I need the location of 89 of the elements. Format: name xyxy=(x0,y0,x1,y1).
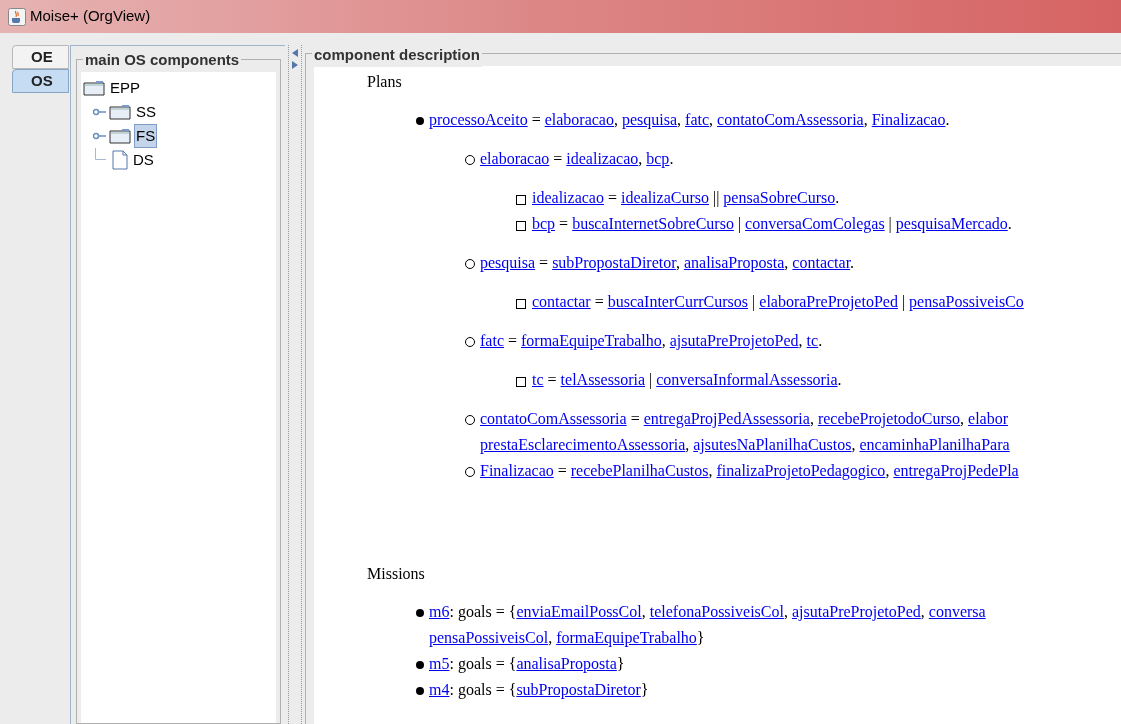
goal-link[interactable]: ajsutaPreProjetoPed xyxy=(791,603,921,620)
bullet-icon xyxy=(416,609,424,617)
definition-line: fatc = formaEquipeTrabalho, ajsutaPreProjetoPed, tc. xyxy=(480,331,823,352)
goal-link[interactable]: telefonaPossiveisCol xyxy=(649,603,784,620)
goal-link[interactable]: elaboracao xyxy=(480,150,550,167)
goal-link[interactable]: idealizacao xyxy=(566,150,639,167)
goal-link[interactable]: fatc xyxy=(480,332,504,349)
tree-item[interactable]: SS xyxy=(134,99,158,125)
definition-line: tc = telAssessoria | conversaInformalAssessoria. xyxy=(532,370,842,391)
goal-link[interactable]: m6 xyxy=(429,603,450,620)
bullet-icon xyxy=(516,377,526,387)
file-icon xyxy=(112,150,128,170)
definition-line: Finalizacao = recebePlanilhaCustos, finalizaProjetoPedagogico, entregaProjPedePla xyxy=(480,461,1019,482)
goal-link[interactable]: conversa xyxy=(928,603,986,620)
goal-link[interactable]: elabor xyxy=(968,410,1009,427)
goal-link[interactable]: tc xyxy=(532,371,544,388)
goal-link[interactable]: m5 xyxy=(429,655,450,672)
definition-line: m6: goals = {enviaEmailPossCol, telefonaPossiveisCol, ajsutaPreProjetoPed, conversa xyxy=(429,602,986,623)
expand-handle-icon[interactable] xyxy=(93,108,107,116)
goal-link[interactable]: entregaProjPedePla xyxy=(893,462,1019,479)
goal-link[interactable]: contatoComAssessoria xyxy=(480,410,627,427)
bullet-icon xyxy=(516,299,526,309)
tree-item[interactable]: EPP xyxy=(108,75,142,101)
goal-link[interactable]: elaboraPreProjetoPed xyxy=(759,293,898,310)
goal-link[interactable]: contactar xyxy=(532,293,591,310)
goal-link[interactable]: m4 xyxy=(429,681,450,698)
goal-link[interactable]: subPropostaDiretor xyxy=(552,254,676,271)
definition-line: m5: goals = {analisaProposta} xyxy=(429,654,625,675)
folder-icon xyxy=(109,104,131,120)
goal-link[interactable]: Finalizacao xyxy=(480,462,554,479)
tree-item[interactable]: DS xyxy=(131,147,156,173)
definition-line: idealizacao = idealizaCurso || pensaSobreCurso. xyxy=(532,188,840,209)
goal-link[interactable]: buscaInternetSobreCurso xyxy=(572,215,734,232)
definition-line: contatoComAssessoria = entregaProjPedAssessoria, recebeProjetodoCurso, elabor xyxy=(480,409,1009,430)
window-title: Moise+ (OrgView) xyxy=(30,6,151,27)
goal-link[interactable]: pesquisaMercado xyxy=(895,215,1008,232)
goal-link[interactable]: recebePlanilhaCustos xyxy=(570,462,709,479)
goal-link[interactable]: subPropostaDiretor xyxy=(516,681,641,698)
definition-line: bcp = buscaInternetSobreCurso | conversaComColegas | pesquisaMercado. xyxy=(532,214,1012,235)
goal-link[interactable]: bcp xyxy=(532,215,556,232)
goal-link[interactable]: processoAceito xyxy=(429,111,528,128)
definition-line: contactar = buscaInterCurrCursos | elaboraPreProjetoPed | pensaPossiveisCo xyxy=(532,292,1024,313)
splitter[interactable] xyxy=(288,45,302,724)
goal-link[interactable]: formaEquipeTrabalho xyxy=(556,629,697,646)
goal-link[interactable]: telAssessoria xyxy=(560,371,645,388)
goal-link[interactable]: conversaComColegas xyxy=(745,215,885,232)
bullet-icon xyxy=(516,195,526,205)
expand-handle-icon[interactable] xyxy=(93,132,107,140)
goal-link[interactable]: bcp xyxy=(646,150,670,167)
goal-link[interactable]: idealizaCurso xyxy=(621,189,709,206)
goal-link[interactable]: pensaPossiveisCo xyxy=(909,293,1024,310)
goal-link[interactable]: finalizaProjetoPedagogico xyxy=(716,462,886,479)
section-heading: Plans xyxy=(367,72,402,92)
bullet-icon xyxy=(516,221,526,231)
goal-link[interactable]: ajsutesNaPlanilhaCustos xyxy=(693,436,852,453)
goal-link[interactable]: buscaInterCurrCursos xyxy=(607,293,749,310)
tree-item[interactable]: FS xyxy=(134,123,158,149)
tab[interactable]: OS xyxy=(12,69,69,93)
definition-line: pesquisa = subPropostaDiretor, analisaProposta, contactar. xyxy=(480,253,855,274)
section-heading: Missions xyxy=(367,564,425,584)
bullet-icon xyxy=(416,661,424,669)
tab[interactable]: OE xyxy=(12,45,69,69)
right-arrow-icon[interactable] xyxy=(292,61,298,69)
goal-link[interactable]: conversaInformalAssessoria xyxy=(656,371,838,388)
goal-link[interactable]: ajsutaPreProjetoPed xyxy=(669,332,799,349)
goal-link[interactable]: analisaProposta xyxy=(683,254,785,271)
goal-link[interactable]: elaboracao xyxy=(544,111,614,128)
folder-icon xyxy=(109,128,131,144)
goal-link[interactable]: pensaPossiveisCol xyxy=(429,629,549,646)
definition-line: prestaEsclarecimentoAssessoria, ajsutesNaPlanilhaCustos, encaminhaPlanilhaPara xyxy=(480,435,1010,456)
goal-link[interactable]: encaminhaPlanilhaPara xyxy=(859,436,1010,453)
goal-link[interactable]: analisaProposta xyxy=(516,655,617,672)
goal-link[interactable]: enviaEmailPossCol xyxy=(516,603,642,620)
goal-link[interactable]: Finalizacao xyxy=(871,111,946,128)
bullet-icon xyxy=(416,687,424,695)
definition-line: processoAceito = elaboracao, pesquisa, fatc, contatoComAssessoria, Finalizacao. xyxy=(429,110,950,131)
goal-link[interactable]: formaEquipeTrabalho xyxy=(521,332,662,349)
left-arrow-icon[interactable] xyxy=(292,49,298,57)
bullet-icon xyxy=(416,117,424,125)
definition-line: m4: goals = {subPropostaDiretor} xyxy=(429,680,649,701)
folder-icon xyxy=(83,80,105,96)
definition-line: pensaPossiveisCol, formaEquipeTrabalho} xyxy=(429,628,705,649)
goal-link[interactable]: pesquisa xyxy=(480,254,536,271)
cup-icon xyxy=(8,7,26,26)
goal-link[interactable]: entregaProjPedAssessoria xyxy=(643,410,810,427)
goal-link[interactable]: contatoComAssessoria xyxy=(717,111,864,128)
goal-link[interactable]: idealizacao xyxy=(532,189,604,206)
definition-line: elaboracao = idealizacao, bcp. xyxy=(480,149,674,170)
goal-link[interactable]: prestaEsclarecimentoAssessoria xyxy=(480,436,686,453)
